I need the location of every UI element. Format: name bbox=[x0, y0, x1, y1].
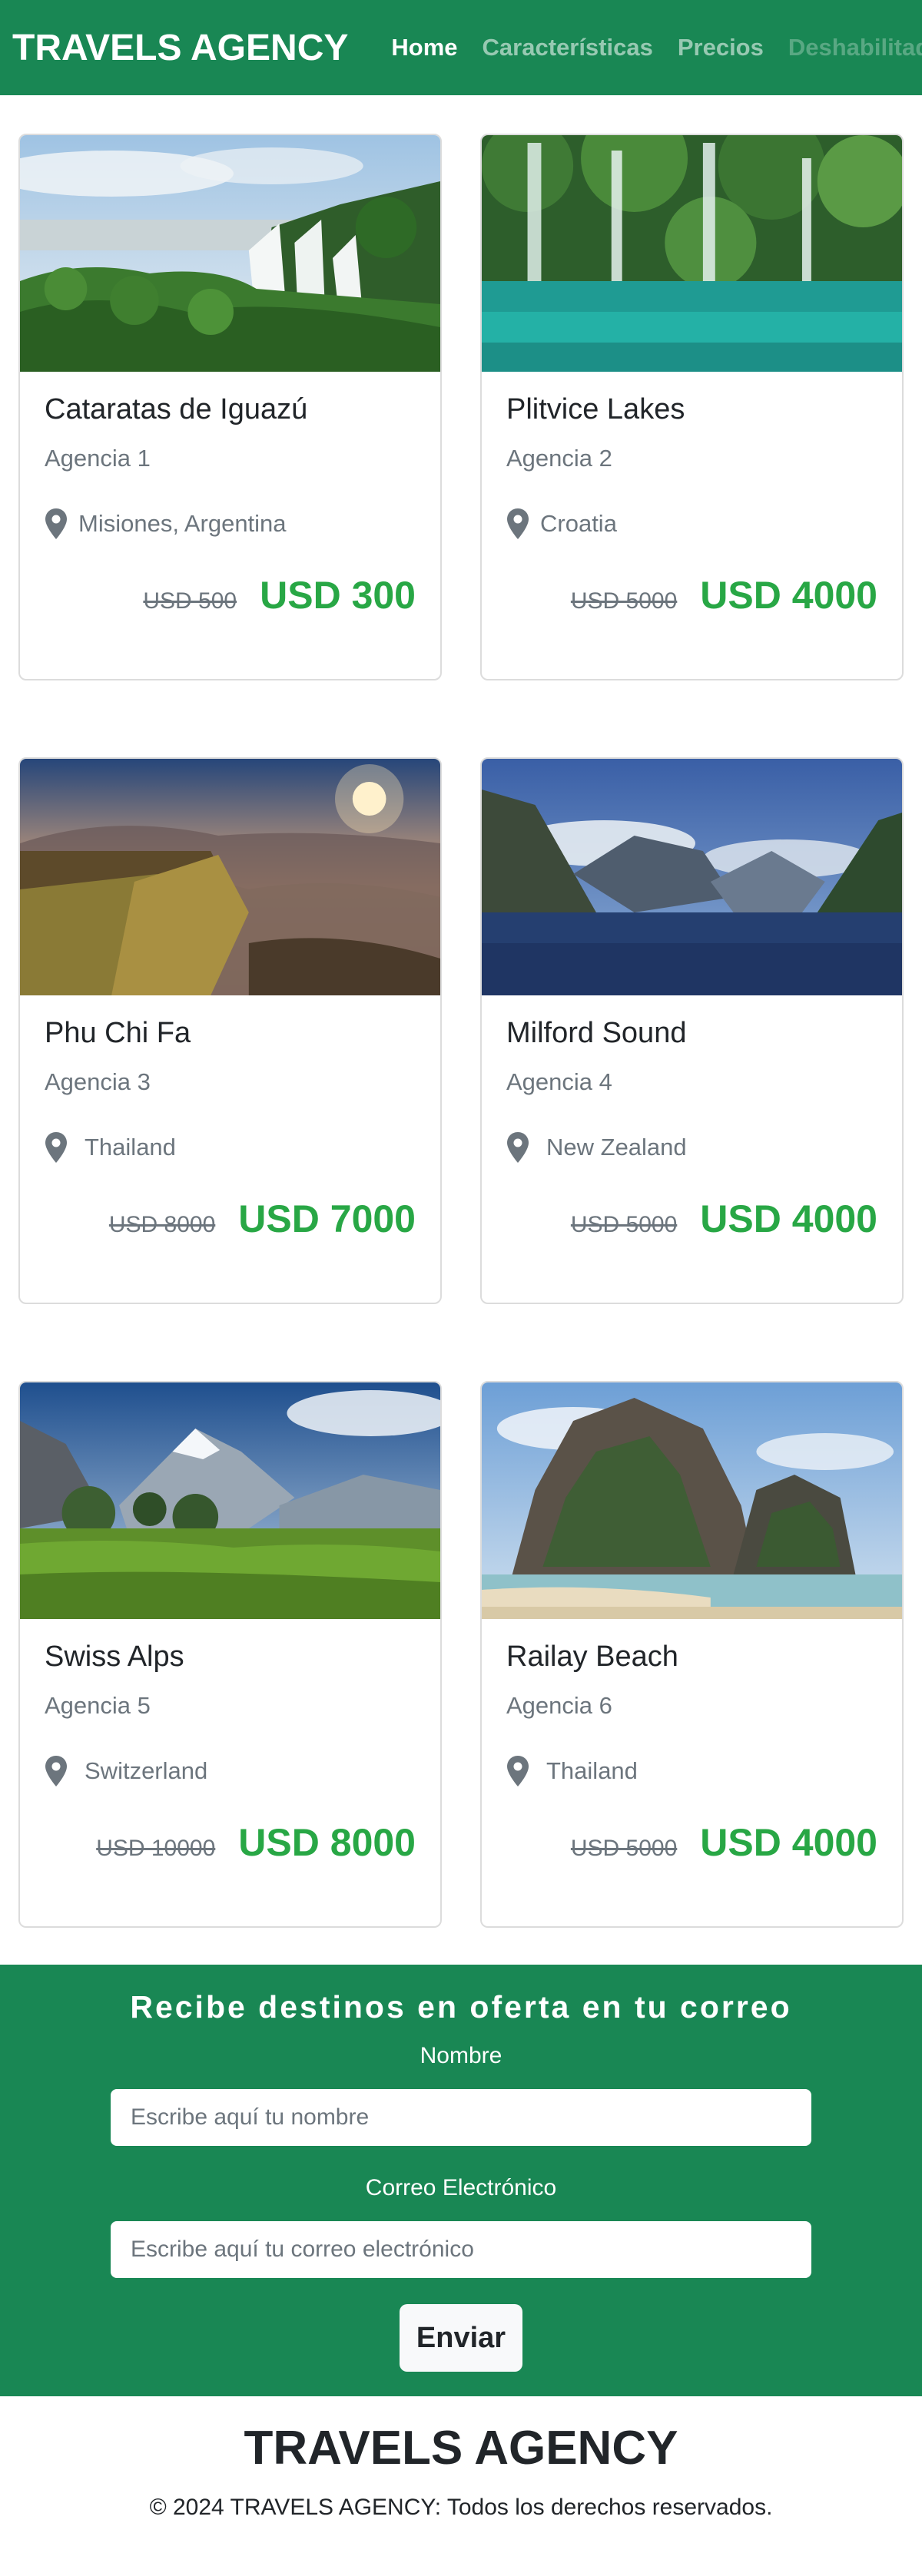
destination-photo bbox=[482, 135, 902, 372]
location-text: Croatia bbox=[540, 510, 617, 537]
new-price: USD 8000 bbox=[238, 1821, 416, 1864]
name-label: Nombre bbox=[420, 2043, 502, 2068]
price-block: USD 8000 USD 7000 bbox=[109, 1197, 416, 1241]
map-pin-icon bbox=[506, 1756, 529, 1786]
destination-photo bbox=[20, 1382, 440, 1619]
name-input[interactable] bbox=[111, 2089, 811, 2146]
new-price: USD 4000 bbox=[700, 574, 877, 617]
destination-photo bbox=[482, 759, 902, 995]
destination-agency: Agencia 6 bbox=[506, 1692, 612, 1719]
destination-card[interactable]: Plitvice Lakes Agencia 2 Croatia USD 500… bbox=[480, 134, 904, 680]
destination-card[interactable]: Swiss Alps Agencia 5 Switzerland USD 100… bbox=[18, 1381, 442, 1928]
location-text: Thailand bbox=[546, 1757, 638, 1784]
destination-title: Plitvice Lakes bbox=[506, 393, 685, 425]
map-pin-icon bbox=[506, 1132, 529, 1163]
map-pin-icon bbox=[45, 1756, 68, 1786]
destination-photo bbox=[20, 135, 440, 372]
destination-location: Misiones, Argentina bbox=[45, 508, 287, 539]
price-block: USD 5000 USD 4000 bbox=[571, 1197, 877, 1241]
new-price: USD 4000 bbox=[700, 1821, 877, 1864]
destination-location: Switzerland bbox=[45, 1756, 207, 1786]
destination-title: Swiss Alps bbox=[45, 1641, 184, 1673]
newsletter-section: Recibe destinos en oferta en tu correo N… bbox=[0, 1965, 922, 2396]
destination-agency: Agencia 3 bbox=[45, 1068, 151, 1095]
destination-location: Thailand bbox=[45, 1132, 176, 1163]
destination-location: Thailand bbox=[506, 1756, 638, 1786]
map-pin-icon bbox=[45, 1132, 68, 1163]
destination-location: Croatia bbox=[506, 508, 617, 539]
email-input[interactable] bbox=[111, 2221, 811, 2278]
destination-photo bbox=[482, 1382, 902, 1619]
destination-card[interactable]: Cataratas de Iguazú Agencia 1 Misiones, … bbox=[18, 134, 442, 680]
submit-button[interactable]: Enviar bbox=[400, 2304, 522, 2372]
nav-link-precios[interactable]: Precios bbox=[678, 34, 764, 61]
nav-link-caracteristicas[interactable]: Características bbox=[483, 34, 653, 61]
location-text: New Zealand bbox=[546, 1134, 687, 1161]
destination-agency: Agencia 5 bbox=[45, 1692, 151, 1719]
destination-card[interactable]: Milford Sound Agencia 4 New Zealand USD … bbox=[480, 757, 904, 1304]
nav-link-home[interactable]: Home bbox=[391, 34, 457, 61]
navbar: TRAVELS AGENCY Home Características Prec… bbox=[0, 0, 922, 95]
footer-copyright: © 2024 TRAVELS AGENCY: Todos los derecho… bbox=[149, 2495, 773, 2520]
destination-photo bbox=[20, 759, 440, 995]
email-label: Correo Electrónico bbox=[365, 2175, 557, 2200]
price-block: USD 10000 USD 8000 bbox=[96, 1820, 416, 1865]
old-price: USD 10000 bbox=[96, 1836, 216, 1861]
destination-agency: Agencia 2 bbox=[506, 445, 612, 472]
footer-brand: TRAVELS AGENCY bbox=[244, 2422, 678, 2475]
destination-agency: Agencia 1 bbox=[45, 445, 151, 472]
destination-agency: Agencia 4 bbox=[506, 1068, 612, 1095]
location-text: Switzerland bbox=[85, 1757, 208, 1784]
old-price: USD 5000 bbox=[570, 588, 678, 614]
destination-card[interactable]: Phu Chi Fa Agencia 3 Thailand USD 8000 U… bbox=[18, 757, 442, 1304]
price-block: USD 5000 USD 4000 bbox=[571, 573, 877, 618]
new-price: USD 300 bbox=[260, 574, 416, 617]
old-price: USD 8000 bbox=[108, 1212, 216, 1237]
destination-title: Railay Beach bbox=[506, 1641, 678, 1673]
destination-title: Milford Sound bbox=[506, 1017, 687, 1049]
map-pin-icon bbox=[45, 508, 68, 539]
map-pin-icon bbox=[506, 508, 529, 539]
nav-links: Home Características Precios Deshabilita… bbox=[391, 34, 922, 61]
destination-location: New Zealand bbox=[506, 1132, 687, 1163]
nav-link-deshabilitado: Deshabilitado bbox=[788, 34, 922, 61]
price-block: USD 5000 USD 4000 bbox=[571, 1820, 877, 1865]
location-text: Misiones, Argentina bbox=[78, 510, 287, 537]
new-price: USD 7000 bbox=[238, 1197, 416, 1240]
location-text: Thailand bbox=[85, 1134, 176, 1161]
newsletter-title: Recibe destinos en oferta en tu correo bbox=[130, 1989, 792, 2025]
old-price: USD 5000 bbox=[570, 1836, 678, 1861]
brand-logo[interactable]: TRAVELS AGENCY bbox=[12, 27, 348, 69]
price-block: USD 500 USD 300 bbox=[143, 573, 416, 618]
destination-card[interactable]: Railay Beach Agencia 6 Thailand USD 5000… bbox=[480, 1381, 904, 1928]
destination-title: Cataratas de Iguazú bbox=[45, 393, 308, 425]
destination-title: Phu Chi Fa bbox=[45, 1017, 191, 1049]
old-price: USD 5000 bbox=[570, 1212, 678, 1237]
new-price: USD 4000 bbox=[700, 1197, 877, 1240]
old-price: USD 500 bbox=[143, 588, 237, 614]
